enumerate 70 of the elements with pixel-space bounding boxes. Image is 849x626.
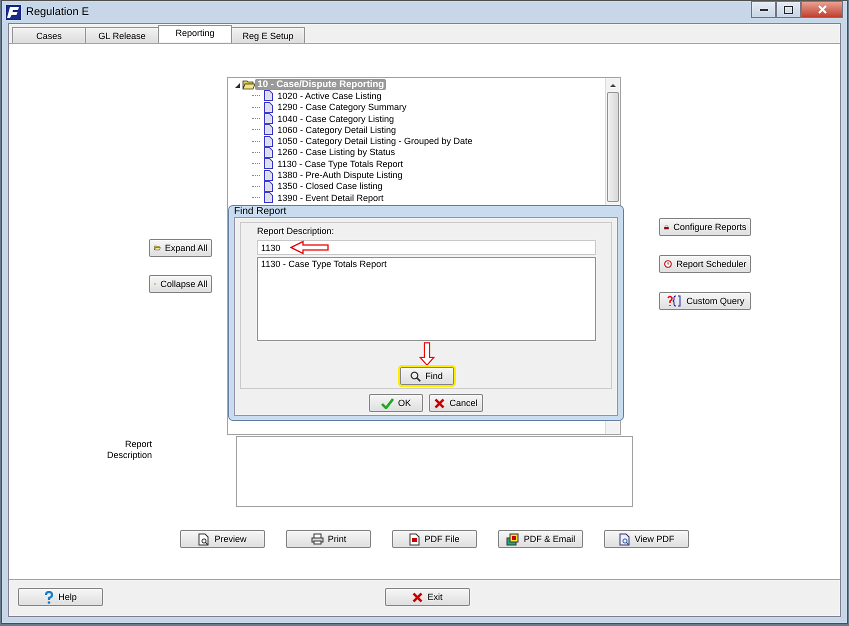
field-label: Report Description: bbox=[257, 226, 334, 236]
custom-query-button[interactable]: Custom Query bbox=[659, 292, 752, 310]
result-item[interactable]: 1130 - Case Type Totals Report bbox=[261, 259, 592, 269]
document-icon bbox=[264, 158, 274, 170]
dialog-title: Find Report bbox=[234, 206, 286, 217]
document-icon bbox=[264, 124, 274, 136]
report-scheduler-button[interactable]: Report Scheduler bbox=[659, 255, 752, 273]
tree-item[interactable]: 1260 - Case Listing by Status bbox=[277, 147, 395, 158]
document-magnifier-icon bbox=[198, 532, 210, 546]
minimize-button[interactable] bbox=[751, 1, 776, 18]
document-icon bbox=[264, 113, 274, 124]
preview-button[interactable]: Preview bbox=[180, 530, 265, 548]
search-field[interactable]: 1130 bbox=[257, 240, 596, 255]
pdf-document-icon bbox=[409, 532, 420, 546]
question-mark-icon bbox=[44, 590, 54, 604]
pdf-button[interactable]: PDF File bbox=[392, 530, 477, 548]
maximize-icon bbox=[784, 6, 793, 14]
tab[interactable]: Reporting bbox=[158, 25, 232, 42]
field-label: Report Description bbox=[106, 438, 152, 462]
app-logo-icon bbox=[6, 4, 21, 20]
view-button[interactable]: View PDF bbox=[604, 530, 689, 548]
left-arrow-annotation-icon bbox=[290, 240, 330, 255]
maximize-button[interactable] bbox=[776, 1, 801, 18]
configure-reports-button[interactable]: Configure Reports bbox=[659, 218, 752, 236]
tab[interactable]: Reg E Setup bbox=[231, 27, 305, 43]
document-icon bbox=[264, 136, 274, 147]
exit-button[interactable]: Exit bbox=[385, 588, 470, 606]
clock-icon bbox=[664, 258, 672, 270]
open-folder-icon bbox=[242, 80, 256, 90]
find-button[interactable]: Find bbox=[400, 367, 454, 385]
collapse-all-button[interactable]: Collapse All bbox=[149, 275, 212, 293]
close-icon bbox=[412, 592, 424, 602]
cancel-button[interactable]: Cancel bbox=[429, 394, 483, 412]
document-icon bbox=[264, 170, 274, 181]
window-title: Regulation E bbox=[26, 6, 90, 18]
tree-item[interactable]: 1050 - Category Detail Listing - Grouped by Date bbox=[277, 136, 473, 146]
ok-button[interactable]: OK bbox=[369, 394, 423, 412]
tree-item[interactable]: 1020 - Active Case Listing bbox=[277, 90, 382, 101]
document-icon bbox=[264, 180, 274, 192]
expanded-arrow-icon[interactable] bbox=[234, 80, 242, 89]
open-folder-icon bbox=[154, 243, 161, 253]
query-icon bbox=[666, 295, 682, 307]
close-button[interactable] bbox=[801, 1, 843, 18]
document-icon bbox=[264, 90, 274, 102]
print-button[interactable]: Print bbox=[286, 530, 371, 548]
scroll-thumb[interactable] bbox=[607, 92, 620, 202]
tree-item[interactable]: 1290 - Case Category Summary bbox=[277, 102, 406, 112]
tree-item[interactable]: 1390 - Event Detail Report bbox=[277, 192, 384, 203]
search-icon bbox=[410, 370, 422, 382]
minimize-icon bbox=[760, 8, 768, 10]
tree-item[interactable]: 1060 - Category Detail Listing bbox=[277, 124, 396, 135]
tree-item[interactable]: 1040 - Case Category Listing bbox=[277, 114, 394, 124]
checkmark-icon bbox=[380, 398, 394, 408]
help-button[interactable]: Help bbox=[18, 588, 103, 606]
tree-item[interactable]: 1350 - Closed Case listing bbox=[277, 181, 382, 192]
close-icon bbox=[818, 5, 826, 14]
document-magnifier-icon bbox=[618, 532, 631, 546]
document-icon bbox=[264, 146, 274, 158]
expand-all-button[interactable]: Expand All bbox=[149, 239, 212, 257]
pdf-envelope-icon bbox=[506, 532, 520, 546]
tab[interactable]: GL Release bbox=[85, 27, 159, 43]
scroll-up-icon[interactable] bbox=[610, 83, 616, 87]
close-icon bbox=[434, 398, 446, 408]
document-icon bbox=[264, 192, 274, 204]
email-button[interactable]: PDF & Email bbox=[498, 530, 583, 548]
document-icon bbox=[264, 102, 274, 113]
tree-item[interactable]: 1130 - Case Type Totals Report bbox=[277, 158, 403, 169]
tree-item[interactable]: 1380 - Pre-Auth Dispute Listing bbox=[277, 170, 402, 180]
description-field[interactable] bbox=[236, 436, 633, 507]
tab[interactable]: Cases bbox=[12, 27, 86, 43]
